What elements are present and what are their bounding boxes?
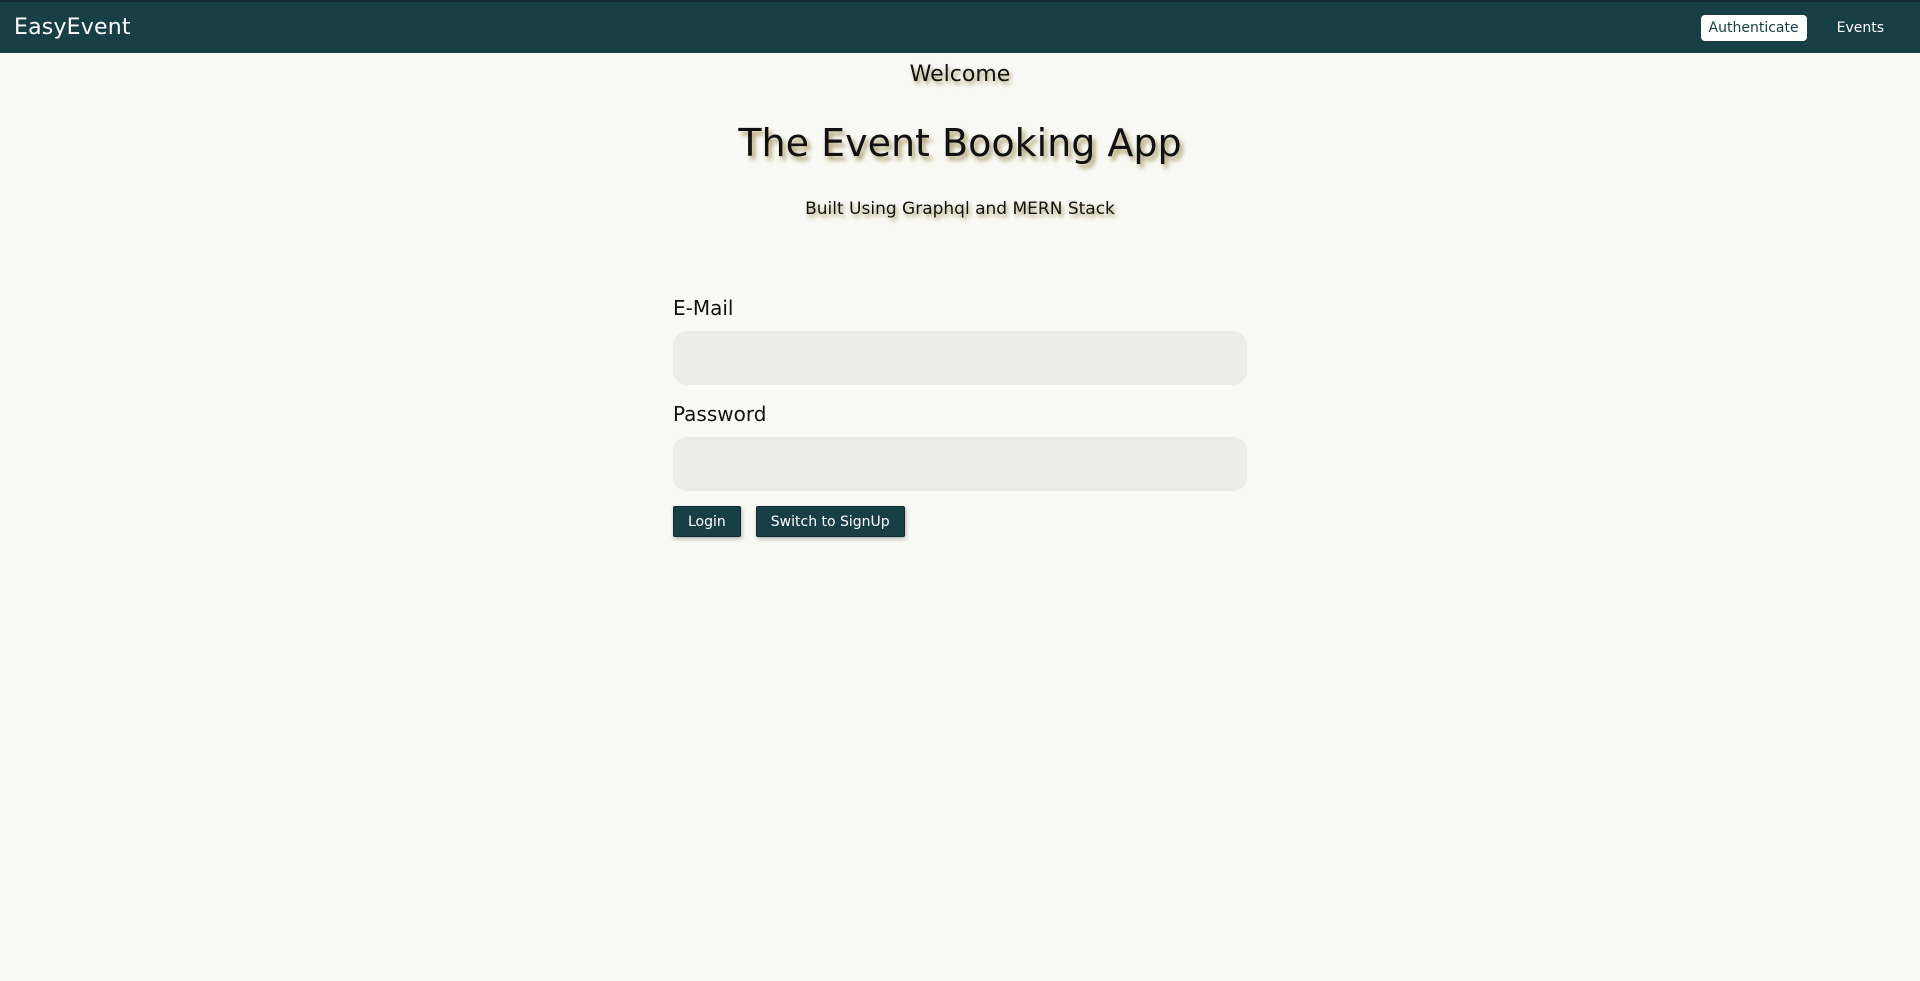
switch-to-signup-button[interactable]: Switch to SignUp <box>755 506 905 537</box>
nav-authenticate[interactable]: Authenticate <box>1700 14 1807 41</box>
login-form: E-Mail Password Login Switch to SignUp <box>673 296 1247 537</box>
email-field[interactable] <box>673 331 1247 385</box>
login-button[interactable]: Login <box>673 506 741 537</box>
email-label: E-Mail <box>673 296 734 320</box>
welcome-heading: Welcome <box>909 62 1011 87</box>
field-spacer <box>673 385 1247 402</box>
password-label: Password <box>673 402 767 426</box>
page-title: The Event Booking App <box>738 121 1182 165</box>
page-subtitle: Built Using Graphql and MERN Stack <box>805 199 1115 219</box>
main-nav: Authenticate Events <box>1689 2 1906 53</box>
app-logo[interactable]: EasyEvent <box>14 15 131 40</box>
nav-events[interactable]: Events <box>1829 15 1892 41</box>
top-navbar: EasyEvent Authenticate Events <box>0 0 1920 53</box>
password-field[interactable] <box>673 437 1247 491</box>
form-actions: Login Switch to SignUp <box>673 506 1247 537</box>
